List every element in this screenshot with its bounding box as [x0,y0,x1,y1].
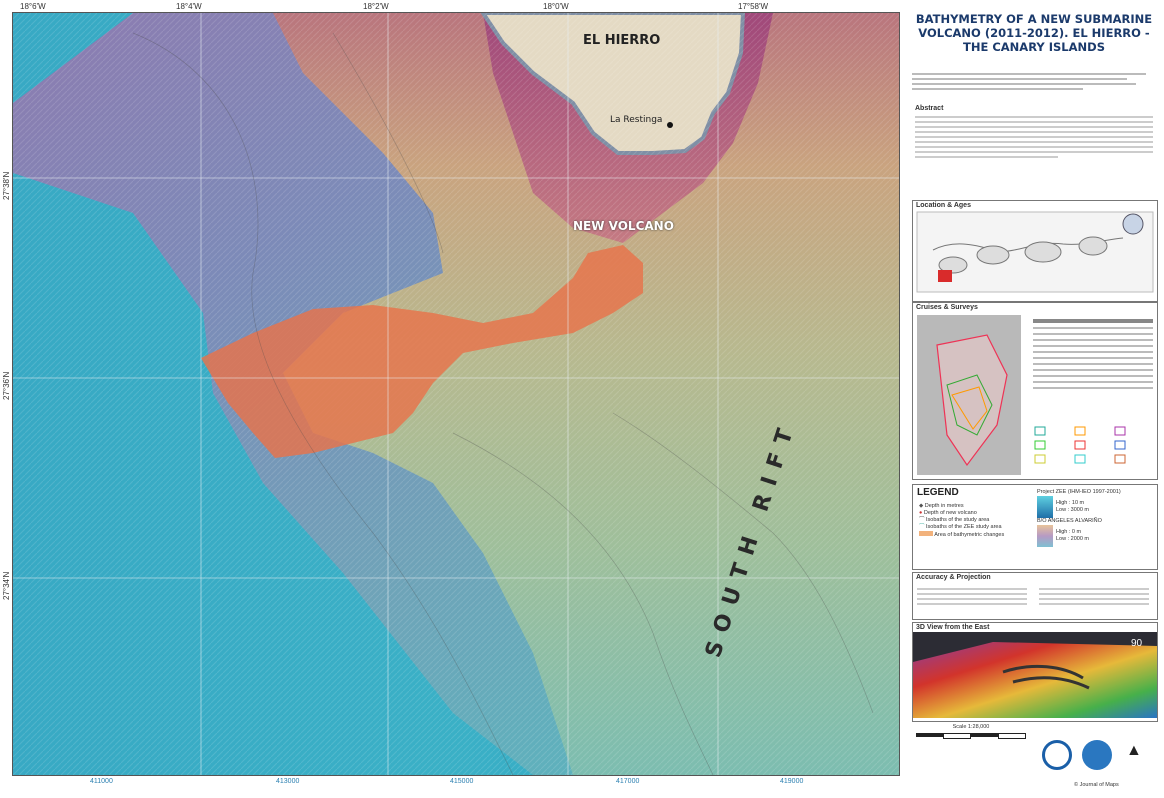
scale-text: Scale 1:28,000 [952,724,990,730]
dem-swatches [1034,426,1126,464]
legend-zee-title: Project ZEE (IHM-IEO 1997-2001) [1037,489,1121,495]
coord-top-3: 18°2'W [363,2,389,11]
legend-item-new-volcano: ● Depth of new volcano [919,510,977,516]
legend-item-changes: Area of bathymetric changes [919,531,1029,539]
legend-item-zee-isobaths: ⌒ Isobaths of the ZEE study area [919,524,1002,530]
coord-top-2: 18°4'W [176,2,202,11]
location-heading: Location & Ages [916,202,971,209]
accuracy-section: Accuracy & Projection [912,572,1158,620]
coord-left-2: 27°36'N [2,371,11,400]
map-svg [13,13,899,775]
legend-item-new-volcano-label: Depth of new volcano [923,510,977,516]
coord-bottom-3: 415000 [450,778,474,785]
survey-tracks-map [917,315,1021,475]
cruises-heading: Cruises & Surveys [916,304,978,311]
cruises-section: Cruises & Surveys [912,302,1158,480]
legend-item-changes-label: Area of bathymetric changes [934,532,1005,538]
coord-bottom-5: 419000 [780,778,804,785]
ihm-logo-icon [1042,740,1072,770]
location-inset-map [916,211,1154,293]
location-section: Location & Ages [912,200,1158,302]
island-label: EL HIERRO [583,33,661,48]
ieo-logo-icon [1082,740,1112,770]
accuracy-heading: Accuracy & Projection [916,574,991,581]
la-restinga-dot [667,122,673,128]
globe-icon [1122,213,1144,235]
legend-section: LEGEND ◆ Depth in metres ● Depth of new … [912,484,1158,570]
journal-credit: © Journal of Maps [1074,782,1119,788]
relief-texture [13,13,899,775]
town-label: La Restinga [610,115,663,125]
angeles-low-label: Low : 2000 m [1056,536,1090,542]
view3d-image: 90 [913,632,1157,718]
coord-bottom-1: 411000 [90,778,113,785]
info-panel: BATHYMETRY OF A NEW SUBMARINE VOLCANO (2… [904,0,1162,798]
map-title: BATHYMETRY OF A NEW SUBMARINE VOLCANO (2… [915,12,1153,54]
coord-left-1: 27°38'N [2,171,11,200]
surveys-table [1033,317,1153,417]
legend-angeles-title: B/O ANGELES ALVARIÑO [1037,518,1102,524]
coord-top-1: 18°6'W [20,2,46,11]
coord-top-4: 18°0'W [543,2,569,11]
scale-block: Scale 1:28,000 [916,724,1026,739]
angeles-high-label: High : 0 m [1056,529,1082,535]
zee-high-label: High : 10 m [1056,500,1085,506]
accuracy-lines [917,585,1027,608]
authors-block [912,70,1156,93]
legend-item-isobaths-label: Isobaths of the study area [926,517,990,523]
bathymetry-map: EL HIERRO La Restinga NEW VOLCANO SOUTH … [12,12,900,776]
legend-items: ◆ Depth in metres ● Depth of new volcano… [919,503,1029,539]
view3d-section: 3D View from the East 90 [912,622,1158,722]
abstract-heading: Abstract [915,105,944,112]
coord-bottom-2: 413000 [276,778,300,785]
coord-bottom-4: 417000 [616,778,640,785]
location-highlight [938,270,952,282]
view3d-number: 90 [1131,638,1143,649]
volcano-label: NEW VOLCANO [573,219,674,233]
legend-colorbars: Project ZEE (IHM-IEO 1997-2001) High : 1… [1037,489,1153,547]
projection-lines [1039,585,1149,608]
legend-item-zee-isobaths-label: Isobaths of the ZEE study area [926,524,1002,530]
zee-colorbar [1037,496,1053,518]
abstract-section: Abstract [912,104,1156,200]
legend-item-depth-label: Depth in metres [924,503,964,509]
coord-left-3: 27°34'N [2,571,11,600]
coord-top-5: 17°58'W [738,2,769,11]
legend-item-isobaths: ⌒ Isobaths of the study area [919,517,990,523]
view3d-heading: 3D View from the East [916,624,990,631]
angeles-colorbar [1037,525,1053,547]
north-arrow-icon: ▲ [1126,742,1142,759]
zee-low-label: Low : 3000 m [1056,507,1090,513]
scale-bar [916,733,1026,739]
legend-item-depth: ◆ Depth in metres [919,503,964,509]
abstract-text-lines [912,116,1156,158]
